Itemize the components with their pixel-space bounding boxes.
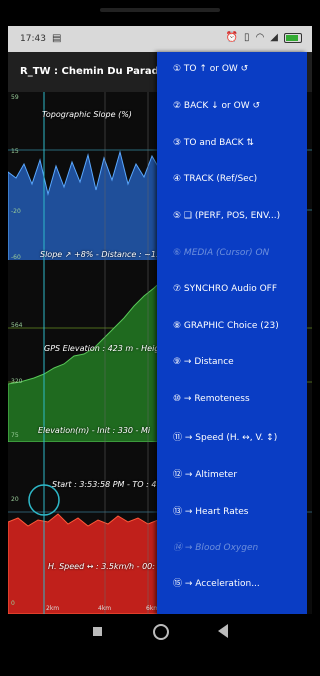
slope-tick-top: 59 [11,94,19,101]
x-tick-2km: 2km [46,605,60,612]
speed-tick-top: 20 [11,496,19,503]
status-icons: ⏰ ▯ ◠ ◢ [226,32,302,43]
elevation-footer: Elevation(m) - Init : 330 - Mi [38,426,151,435]
menu-item-media: ⑥ MEDIA (Cursor) ON [173,248,270,258]
slope-tick-bottom: -60 [11,254,21,261]
slope-title: Topographic Slope (%) [42,110,132,119]
speed-tick-bottom: 0 [11,600,15,607]
status-bar: 17:43 ▤ ⏰ ▯ ◠ ◢ [8,26,312,52]
slope-tick-low: -20 [11,208,21,215]
menu-item-synchro-audio[interactable]: ⑦ SYNCHRO Audio OFF [173,284,277,294]
sim-card-icon: ▤ [52,33,62,44]
slope-footer: Slope ↗ +8% - Distance : ~1.. [40,250,161,259]
elev-tick-mid: 320 [11,378,23,385]
menu-item-to-and-back[interactable]: ③ TO and BACK ⇅ [173,138,254,148]
home-button[interactable] [153,624,169,640]
menu-item-blood-oxygen: ⑭ → Blood Oxygen [173,543,259,553]
signal-icon: ◢ [270,32,278,43]
menu-item-graphic-choice[interactable]: ⑧ GRAPHIC Choice (23) [173,321,279,331]
menu-item-remoteness[interactable]: ⑩ → Remoteness [173,394,250,404]
menu-item-to[interactable]: ① TO ↑ or OW ↺ [173,64,248,74]
elevation-label: GPS Elevation : 423 m - Heigh [44,344,165,353]
x-tick-4km: 4km [98,605,112,612]
menu-item-acceleration[interactable]: ⑮ → Acceleration... [173,576,260,589]
elev-tick-top: 564 [11,322,23,329]
menu-item-back[interactable]: ② BACK ↓ or OW ↺ [173,101,260,111]
menu-item-track[interactable]: ④ TRACK (Ref/Sec) [173,174,257,184]
menu-item-speed[interactable]: ⑪ → Speed (H. ↔, V. ↕) [173,430,277,443]
menu-item-altimeter[interactable]: ⑫ → Altimeter [173,467,237,480]
slope-tick-mid: 15 [11,148,19,155]
options-menu: ① TO ↑ or OW ↺ ② BACK ↓ or OW ↺ ③ TO and… [157,52,307,614]
speed-footer: H. Speed ↔ : 3.5km/h - 00: [48,562,155,571]
status-time: 17:43 [20,34,46,44]
track-title: R_TW : Chemin Du Paradis [20,66,169,77]
back-button[interactable] [218,624,228,638]
vibrate-icon: ▯ [244,32,250,43]
menu-item-distance[interactable]: ⑨ → Distance [173,357,234,367]
wifi-icon: ◠ [255,32,265,43]
battery-icon [284,32,302,43]
speed-start-label: Start : 3:53:58 PM - TO : 4 [52,480,157,489]
menu-item-heart-rates[interactable]: ⑬ → Heart Rates [173,504,249,517]
elev-tick-low: 75 [11,432,19,439]
alarm-icon: ⏰ [225,32,239,43]
speaker-grille [100,8,220,12]
menu-item-perf[interactable]: ⑤ ❑ (PERF, POS, ENV...) [173,211,280,221]
recent-apps-button[interactable] [93,627,102,636]
